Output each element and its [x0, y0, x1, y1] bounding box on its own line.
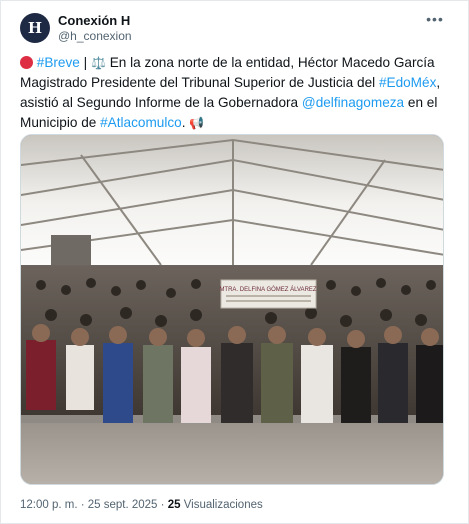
mention-delfinagomeza[interactable]: @delfinagomeza: [302, 95, 404, 110]
avatar[interactable]: H: [20, 13, 50, 43]
banner-text: MTRA. DELFINA GÓMEZ ÁLVAREZ: [219, 286, 316, 293]
avatar-letter: H: [27, 19, 43, 37]
event-photo-illustration: MTRA. DELFINA GÓMEZ ÁLVAREZ: [21, 135, 443, 484]
tweet-photo[interactable]: MTRA. DELFINA GÓMEZ ÁLVAREZ: [20, 134, 444, 485]
tweet-timestamp[interactable]: 12:00 p. m. · 25 sept. 2025 ·: [20, 499, 164, 511]
tweet-text: #Breve | ⚖️ En la zona norte de la entid…: [20, 53, 450, 133]
tweet-text-part-1: En la zona norte de la entidad, Héctor M…: [20, 55, 435, 90]
hashtag-breve[interactable]: #Breve: [37, 55, 80, 70]
author-name[interactable]: Conexión H: [58, 13, 130, 28]
tweet-text-part-4: .: [181, 115, 186, 130]
tweet-card[interactable]: H Conexión H @h_conexion ••• #Breve | ⚖️…: [0, 0, 469, 524]
text-separator: |: [83, 55, 88, 70]
author-handle[interactable]: @h_conexion: [58, 29, 132, 43]
scales-icon: ⚖️: [90, 56, 106, 70]
views-label: Visualizaciones: [183, 499, 263, 511]
tweet-meta: 12:00 p. m. · 25 sept. 2025 · 25 Visuali…: [20, 499, 263, 511]
red-circle-icon: [20, 56, 33, 69]
hashtag-atlacomulco[interactable]: #Atlacomulco: [100, 115, 182, 130]
hashtag-edomex[interactable]: #EdoMéx: [379, 75, 436, 90]
megaphone-icon: 📢: [189, 116, 205, 130]
views-count: 25: [167, 499, 181, 511]
more-dots-icon[interactable]: •••: [423, 9, 447, 29]
